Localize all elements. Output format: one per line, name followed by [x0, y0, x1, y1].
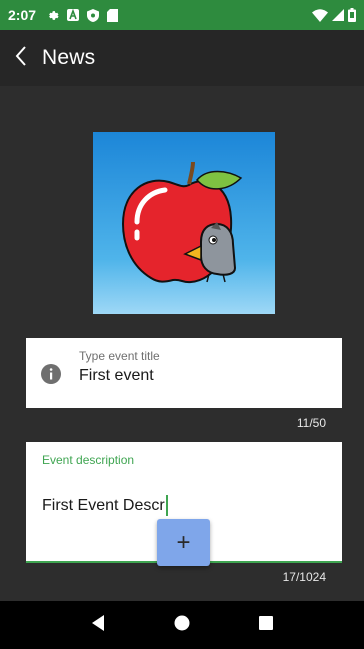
event-description-counter: 17/1024 — [282, 570, 326, 584]
wifi-icon — [312, 8, 328, 22]
status-system-icons — [312, 8, 356, 22]
event-image[interactable] — [93, 132, 275, 314]
event-description-input[interactable]: First Event Descr — [42, 495, 168, 516]
event-title-input[interactable]: First event — [79, 367, 154, 385]
back-button[interactable] — [14, 43, 40, 73]
event-title-field[interactable]: Type event title First event — [26, 338, 342, 408]
settings-icon — [46, 9, 59, 22]
info-icon — [40, 363, 62, 385]
event-description-label: Event description — [42, 453, 135, 467]
back-triangle-icon — [90, 614, 106, 637]
shield-icon — [87, 8, 100, 22]
add-button[interactable]: + — [157, 519, 210, 566]
status-bar: 2:07 — [0, 0, 364, 30]
nav-home-button[interactable] — [162, 605, 202, 645]
chevron-left-icon — [14, 45, 28, 72]
app-bar: News — [0, 30, 364, 86]
event-title-label: Type event title — [79, 349, 160, 363]
plus-icon: + — [176, 528, 191, 556]
system-nav-bar — [0, 601, 364, 649]
signal-icon — [332, 9, 344, 21]
nav-recents-button[interactable] — [246, 605, 286, 645]
status-time: 2:07 — [8, 7, 37, 23]
battery-icon — [348, 8, 356, 22]
event-description-text: First Event Descr — [42, 496, 165, 514]
page-title: News — [42, 46, 96, 69]
home-circle-icon — [174, 615, 190, 636]
recents-square-icon — [259, 615, 273, 635]
nav-back-button[interactable] — [78, 605, 118, 645]
event-title-counter: 11/50 — [296, 416, 326, 430]
a-badge-icon — [67, 9, 80, 21]
status-notification-icons — [46, 8, 119, 22]
sd-card-icon — [107, 8, 119, 22]
text-cursor — [165, 495, 168, 516]
